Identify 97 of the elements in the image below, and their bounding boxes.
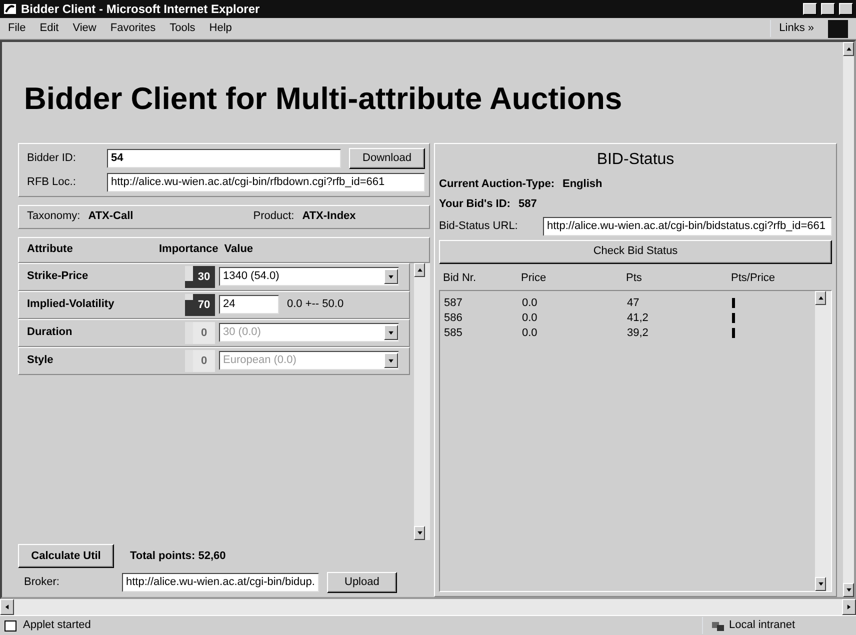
product-value: ATX-Index	[302, 209, 356, 224]
panel-title: BID-Status	[596, 150, 676, 170]
column-header: Importance	[159, 242, 218, 258]
total-points: Total points: 52,60	[130, 548, 226, 564]
table-cell-text: 585	[444, 326, 464, 340]
up-triangle-icon	[816, 294, 824, 302]
rfb-location-field[interactable]: http://alice.wu-wien.ac.at/cgi-bin/rfbdown.cgi?rfb_id=661	[107, 172, 425, 192]
table-cell-text: 41,2	[627, 310, 650, 324]
download-button[interactable]: Download	[349, 148, 425, 168]
table-cell-text: 0.0	[522, 326, 538, 340]
column-header: Pts	[626, 271, 643, 286]
down-triangle-icon	[387, 356, 395, 364]
value-field[interactable]: 24	[219, 295, 279, 314]
menu-item[interactable]: File	[8, 20, 26, 37]
dropdown-button[interactable]	[384, 269, 398, 284]
up-triangle-icon	[416, 266, 424, 274]
calculate-util-button[interactable]: Calculate Util	[18, 544, 114, 568]
zone-text: Local intranet	[729, 618, 796, 634]
scroll-left-button[interactable]	[0, 599, 14, 615]
down-triangle-icon	[387, 272, 395, 280]
windows-logo-icon	[828, 20, 848, 38]
range-label: 0.0 +-- 50.0	[287, 297, 344, 312]
status-text: Applet started	[23, 618, 92, 634]
column-header: Pts/Price	[731, 271, 776, 286]
bid-status-url-field[interactable]: http://alice.wu-wien.ac.at/cgi-bin/bidstatus.cgi?rfb_id=661	[543, 216, 832, 236]
table-cell-text: 0.0	[522, 310, 538, 324]
table-cell-text: 587	[444, 296, 464, 310]
attribute-name: Duration	[27, 325, 74, 340]
table-cell-text: 586	[444, 310, 464, 324]
importance-value: 30	[193, 266, 215, 288]
up-triangle-icon	[844, 45, 852, 53]
scroll-up-button[interactable]	[843, 42, 854, 56]
upload-button[interactable]: Upload	[326, 572, 397, 593]
scroll-right-button[interactable]	[842, 599, 856, 615]
minimize-button[interactable]	[803, 3, 817, 15]
page-heading: Bidder Client for Multi-attribute Auctions	[24, 80, 624, 118]
down-triangle-icon	[416, 529, 424, 537]
maximize-button[interactable]	[821, 3, 835, 15]
auction-type-value: English	[562, 176, 602, 192]
right-triangle-icon	[845, 603, 853, 611]
scroll-down-button[interactable]	[815, 577, 826, 591]
menu-item[interactable]: Help	[209, 20, 232, 37]
field-label: Your Bid's ID:	[439, 197, 510, 212]
importance-track	[185, 322, 193, 344]
attribute-name: Strike-Price	[27, 269, 90, 284]
field-label: Current Auction-Type:	[439, 176, 554, 192]
field-label: Broker:	[23, 575, 60, 590]
field-label: Bid-Status URL:	[439, 218, 519, 234]
taxonomy-label: Taxonomy:	[27, 209, 80, 224]
ratio-bar-icon	[732, 312, 735, 322]
menu-item[interactable]: Tools	[170, 20, 196, 37]
check-bid-status-button[interactable]: Check Bid Status	[439, 240, 832, 264]
broker-field[interactable]: http://alice.wu-wien.ac.at/cgi-bin/bidup.	[122, 573, 319, 592]
scroll-up-button[interactable]	[815, 290, 826, 304]
down-triangle-icon	[387, 328, 395, 336]
ratio-bar-icon	[732, 328, 735, 338]
importance-fill[interactable]	[185, 280, 193, 288]
menu-item[interactable]: Favorites	[110, 20, 156, 37]
ratio-bar-icon	[732, 298, 735, 308]
taxonomy-value: ATX-Call	[88, 209, 134, 224]
column-header: Attribute	[27, 242, 74, 258]
importance-value: 0	[193, 322, 215, 344]
value-dropdown[interactable]: 1340 (54.0)	[219, 267, 399, 286]
bid-id-value: 587	[518, 197, 537, 212]
attribute-name: Style	[27, 353, 54, 368]
bidder-id-field[interactable]: 54	[107, 148, 341, 168]
menu-item[interactable]: Edit	[40, 20, 59, 37]
column-header: Price	[521, 271, 548, 286]
attribute-name: Implied-Volatility	[27, 297, 116, 312]
links-button[interactable]: Links »	[770, 20, 814, 37]
table-cell-text: 0.0	[522, 296, 538, 310]
left-triangle-icon	[3, 603, 11, 611]
scroll-up-button[interactable]	[414, 262, 425, 276]
column-header: Value	[224, 242, 254, 258]
down-triangle-icon	[816, 580, 824, 588]
table-cell-text: 47	[627, 296, 640, 310]
close-button[interactable]	[839, 3, 853, 15]
horizontal-scrollbar[interactable]	[0, 599, 856, 615]
table-cell-text: 39,2	[627, 326, 650, 340]
scrollbar[interactable]	[843, 42, 854, 597]
scrollbar[interactable]	[414, 262, 430, 540]
network-icon	[711, 620, 725, 632]
field-label: RFB Loc.:	[27, 174, 77, 190]
down-triangle-icon	[844, 586, 852, 594]
browser-icon	[3, 3, 17, 15]
importance-track	[185, 350, 193, 372]
field-label: Bidder ID:	[27, 150, 77, 166]
scrollbar[interactable]	[815, 290, 831, 591]
window-title: Bidder Client - Microsoft Internet Explorer	[21, 1, 261, 18]
menu-item[interactable]: View	[72, 20, 96, 37]
scroll-down-button[interactable]	[843, 583, 854, 597]
importance-value: 0	[193, 350, 215, 372]
column-header: Bid Nr.	[443, 271, 478, 286]
importance-value: 70	[193, 294, 215, 316]
page-icon	[4, 620, 17, 632]
product-label: Product:	[253, 209, 294, 224]
scroll-down-button[interactable]	[414, 526, 425, 540]
